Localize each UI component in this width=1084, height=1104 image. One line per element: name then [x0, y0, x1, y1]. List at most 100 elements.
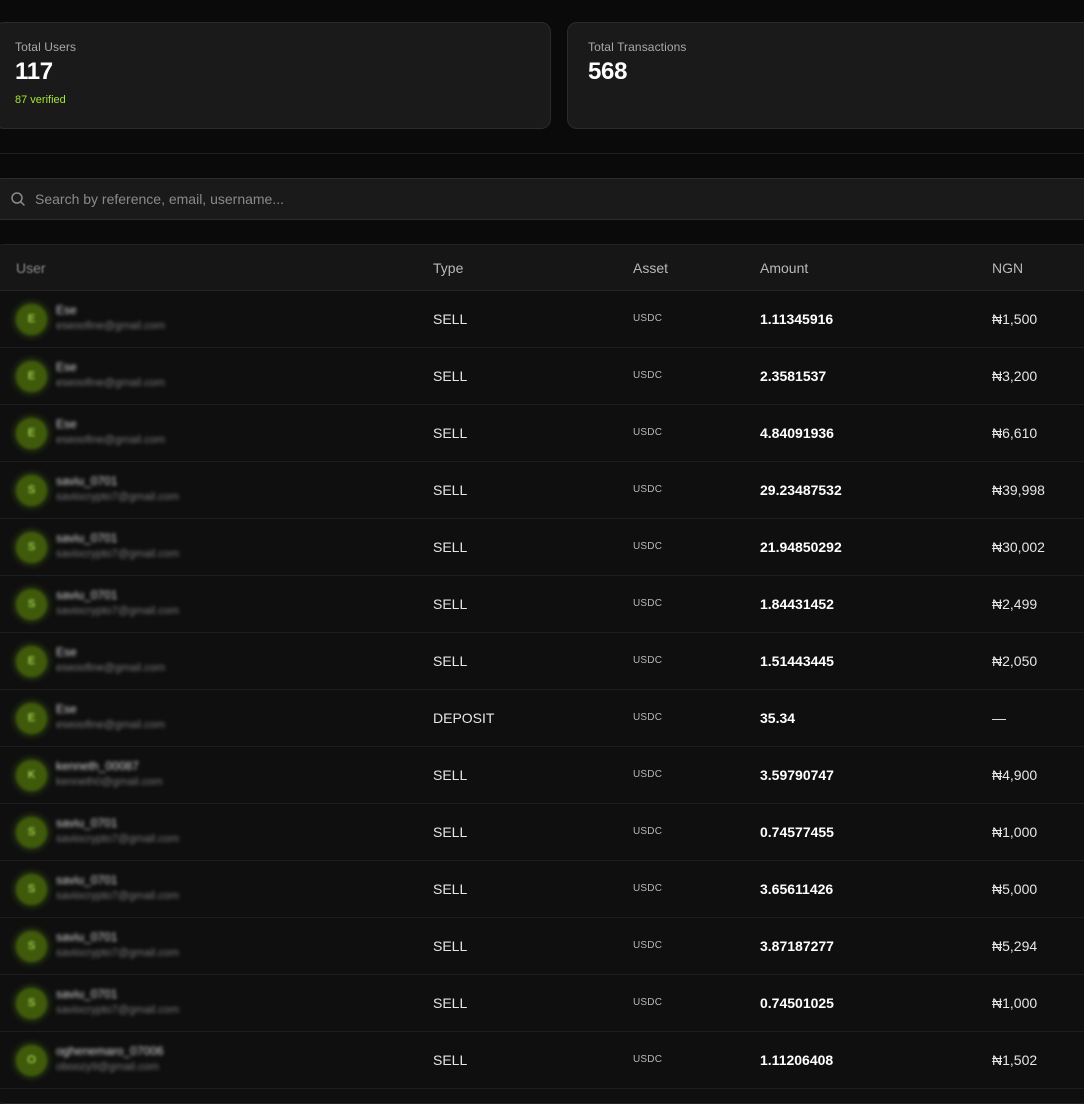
user-email: saviocrypto7@gmail.com — [56, 890, 180, 902]
table-row[interactable]: Ssaviu_0701 saviocrypto7@gmail.com SELL USD… — [0, 918, 1084, 975]
column-header-user: User — [16, 260, 46, 276]
transaction-amount: 1.51443445 — [760, 653, 834, 669]
table-row[interactable]: E Ese eseoofine@gmail.com SELL USDC 2.3581537… — [0, 348, 1084, 405]
transaction-amount: 3.65611426 — [760, 881, 834, 897]
user-avatar: S — [16, 988, 47, 1019]
user-name: saviu_0701 — [56, 930, 118, 944]
transaction-ngn-value: ₦1,000 — [992, 824, 1038, 840]
transaction-type: SELL — [433, 539, 468, 555]
total-users-value: 117 — [15, 58, 53, 85]
table-row[interactable]: E Ese eseoofine@gmail.com DEPOSIT USDC 35.34 — — [0, 690, 1084, 747]
search-icon — [11, 192, 25, 206]
transaction-amount: 21.94850292 — [760, 539, 842, 555]
transaction-amount: 4.84091936 — [760, 425, 834, 441]
search-bar[interactable] — [0, 178, 1084, 220]
transaction-amount: 1.84431452 — [760, 596, 834, 612]
user-email: saviocrypto7@gmail.com — [56, 605, 180, 617]
user-avatar: S — [16, 874, 47, 905]
user-name: saviu_0701 — [56, 987, 118, 1001]
transaction-ngn-value: ₦6,610 — [992, 425, 1038, 441]
stats-row: Total Users 117 87 verified Total Transa… — [0, 22, 1084, 129]
transaction-type: SELL — [433, 881, 468, 897]
transaction-asset: USDC — [633, 427, 663, 438]
transaction-ngn-value: ₦1,500 — [992, 311, 1038, 327]
user-avatar: E — [16, 703, 47, 734]
transaction-asset: USDC — [633, 484, 663, 495]
table-header: User Type Asset Amount NGN — [0, 245, 1084, 291]
transaction-asset: USDC — [633, 997, 663, 1008]
transaction-asset: USDC — [633, 769, 663, 780]
table-row[interactable]: E Ese eseoofine@gmail.com SELL USDC 1.1134591… — [0, 291, 1084, 348]
total-users-card: Total Users 117 87 verified — [0, 22, 551, 129]
search-input[interactable] — [35, 179, 935, 219]
table-row[interactable]: E Ese eseoofine@gmail.com SELL USDC 1.5144344… — [0, 633, 1084, 690]
transaction-amount: 29.23487532 — [760, 482, 842, 498]
table-body: E Ese eseoofine@gmail.com SELL USDC 1.1134591… — [0, 291, 1084, 1089]
transaction-ngn-value: ₦2,499 — [992, 596, 1038, 612]
transaction-asset: USDC — [633, 940, 663, 951]
user-name: kenneth_00087 — [56, 759, 139, 773]
user-email: saviocrypto7@gmail.com — [56, 548, 180, 560]
transaction-ngn-value: ₦5,294 — [992, 938, 1038, 954]
transaction-asset: USDC — [633, 1054, 663, 1065]
table-row[interactable]: Ssaviu_0701 saviocrypto7@gmail.com SELL USD… — [0, 519, 1084, 576]
verified-users-count: 87 verified — [15, 94, 66, 106]
transaction-amount: 1.11345916 — [760, 311, 834, 327]
transaction-type: SELL — [433, 938, 468, 954]
table-row[interactable]: Ooghenemaro_07006 oboozy9@gmail.com SELL US… — [0, 1032, 1084, 1089]
total-transactions-label: Total Transactions — [588, 40, 687, 54]
user-name: saviu_0701 — [56, 531, 118, 545]
transaction-amount: 1.11206408 — [760, 1052, 834, 1068]
transaction-type: DEPOSIT — [433, 710, 495, 726]
section-divider — [0, 153, 1084, 154]
user-avatar: E — [16, 304, 47, 335]
user-email: eseoofine@gmail.com — [56, 719, 165, 731]
total-users-label: Total Users — [15, 40, 77, 54]
transaction-ngn-value: ₦1,502 — [992, 1052, 1038, 1068]
transaction-ngn-value: — — [992, 710, 1006, 726]
transaction-type: SELL — [433, 824, 468, 840]
user-email: eseoofine@gmail.com — [56, 662, 165, 674]
table-row[interactable]: Ssaviu_0701 saviocrypto7@gmail.com SELL USD… — [0, 462, 1084, 519]
user-email: saviocrypto7@gmail.com — [56, 491, 180, 503]
user-avatar: O — [16, 1045, 47, 1076]
table-row[interactable]: E Ese eseoofine@gmail.com SELL USDC 4.8409193… — [0, 405, 1084, 462]
transaction-ngn-value: ₦4,900 — [992, 767, 1038, 783]
transaction-type: SELL — [433, 311, 468, 327]
transaction-type: SELL — [433, 767, 468, 783]
table-row[interactable]: Ssaviu_0701 saviocrypto7@gmail.com SELL USD… — [0, 975, 1084, 1032]
table-row[interactable]: Ssaviu_0701 saviocrypto7@gmail.com SELL USD… — [0, 861, 1084, 918]
table-row[interactable]: Kkenneth_00087 kenneth0@gmail.com SELL USDC… — [0, 747, 1084, 804]
transaction-ngn-value: ₦3,200 — [992, 368, 1038, 384]
column-header-type: Type — [433, 260, 464, 276]
user-name: oghenemaro_07006 — [56, 1044, 164, 1058]
transaction-asset: USDC — [633, 370, 663, 381]
user-name: Ese — [56, 645, 77, 659]
transaction-type: SELL — [433, 596, 468, 612]
column-header-asset: Asset — [633, 260, 669, 276]
user-email: saviocrypto7@gmail.com — [56, 1004, 180, 1016]
transaction-ngn-value: ₦30,002 — [992, 539, 1045, 555]
transaction-ngn-value: ₦5,000 — [992, 881, 1038, 897]
table-row[interactable]: Ssaviu_0701 saviocrypto7@gmail.com SELL USD… — [0, 576, 1084, 633]
user-avatar: K — [16, 760, 47, 791]
user-email: eseoofine@gmail.com — [56, 434, 165, 446]
column-header-amount: Amount — [760, 260, 809, 276]
user-email: eseoofine@gmail.com — [56, 377, 165, 389]
transaction-type: SELL — [433, 482, 468, 498]
user-avatar: E — [16, 361, 47, 392]
table-row[interactable]: Ssaviu_0701 saviocrypto7@gmail.com SELL USD… — [0, 804, 1084, 861]
user-name: Ese — [56, 303, 77, 317]
transaction-asset: USDC — [633, 883, 663, 894]
transaction-amount: 2.3581537 — [760, 368, 827, 384]
total-transactions-card: Total Transactions 568 — [567, 22, 1084, 129]
user-avatar: S — [16, 589, 47, 620]
transaction-amount: 0.74501025 — [760, 995, 834, 1011]
user-name: saviu_0701 — [56, 588, 118, 602]
transaction-asset: USDC — [633, 313, 663, 324]
user-email: eseoofine@gmail.com — [56, 320, 165, 332]
user-avatar: S — [16, 532, 47, 563]
transaction-amount: 3.59790747 — [760, 767, 834, 783]
transaction-asset: USDC — [633, 655, 663, 666]
transaction-asset: USDC — [633, 541, 663, 552]
